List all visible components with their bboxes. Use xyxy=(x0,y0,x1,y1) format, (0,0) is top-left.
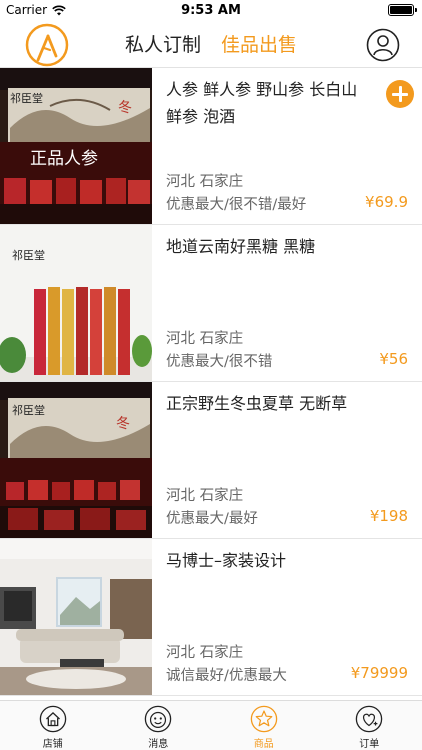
product-item[interactable]: 马博士–家装设计 河北 石家庄 诚信最好/优惠最大 ¥79999 xyxy=(0,539,422,696)
profile-icon[interactable] xyxy=(366,28,400,62)
product-info: 人参 鲜人参 野山参 长白山 鲜参 泡酒 河北 石家庄 优惠最大/很不错/最好 … xyxy=(166,68,408,224)
tab-orders-label: 订单 xyxy=(359,739,380,750)
product-title-line: 正宗野生冬虫夏草 无断草 xyxy=(166,394,348,413)
product-image xyxy=(0,539,152,695)
tab-products-label: 商品 xyxy=(253,739,274,750)
message-icon xyxy=(144,705,172,733)
header-tabs: 私人订制 佳品出售 xyxy=(0,30,422,57)
tab-private-custom[interactable]: 私人订制 xyxy=(125,30,201,57)
product-image: 冬 祁臣堂 xyxy=(0,382,152,538)
header: 私人订制 佳品出售 xyxy=(0,22,422,68)
image-brand-text: 祁臣堂 xyxy=(12,403,45,417)
product-location: 河北 石家庄 xyxy=(166,331,244,347)
battery-icon xyxy=(388,4,417,16)
product-location: 河北 石家庄 xyxy=(166,488,244,504)
tab-store-label: 店铺 xyxy=(42,739,63,750)
image-brand-text: 祁臣堂 xyxy=(10,91,43,105)
image-caption-text: 正品人参 xyxy=(30,149,98,169)
tab-products[interactable]: 商品 xyxy=(211,701,317,750)
add-product-button[interactable] xyxy=(386,80,414,108)
product-price: ¥198 xyxy=(369,507,408,525)
product-image: 冬 祁臣堂 正品人参 xyxy=(0,68,152,224)
product-tags: 优惠最大/很不错 xyxy=(166,354,273,370)
product-price: ¥69.9 xyxy=(365,193,408,211)
product-info: 正宗野生冬虫夏草 无断草 河北 石家庄 优惠最大/最好 ¥198 xyxy=(166,382,408,538)
product-list: 冬 祁臣堂 正品人参 人参 鲜人参 野山参 长白山 鲜参 泡酒 河北 石家庄 优… xyxy=(0,68,422,700)
product-location: 河北 石家庄 xyxy=(166,174,244,190)
tab-products-sale[interactable]: 佳品出售 xyxy=(221,30,297,57)
svg-text:冬: 冬 xyxy=(116,416,130,432)
tab-orders[interactable]: 订单 xyxy=(317,701,422,750)
status-bar: Carrier 9:53 AM xyxy=(0,0,422,22)
product-price: ¥56 xyxy=(379,350,408,368)
tab-messages-label: 消息 xyxy=(148,739,169,750)
status-right xyxy=(388,4,417,16)
status-time: 9:53 AM xyxy=(181,3,241,18)
product-tags: 诚信最好/优惠最大 xyxy=(166,668,287,684)
product-title-line: 人参 鲜人参 野山参 长白山 xyxy=(166,80,358,99)
product-title-line: 地道云南好黑糖 黑糖 xyxy=(166,237,316,256)
battery-fill xyxy=(390,6,412,14)
product-title[interactable]: 人参 鲜人参 野山参 长白山 鲜参 泡酒 xyxy=(166,76,404,130)
product-tags: 优惠最大/很不错/最好 xyxy=(166,197,307,213)
product-tags: 优惠最大/最好 xyxy=(166,511,258,527)
svg-text:冬: 冬 xyxy=(118,100,132,116)
image-brand-text: 祁臣堂 xyxy=(12,248,45,262)
product-image: 祁臣堂 xyxy=(0,225,152,381)
tab-store[interactable]: 店铺 xyxy=(0,701,106,750)
home-icon xyxy=(39,705,67,733)
product-location: 河北 石家庄 xyxy=(166,645,244,661)
product-info: 地道云南好黑糖 黑糖 河北 石家庄 优惠最大/很不错 ¥56 xyxy=(166,225,408,381)
product-title[interactable]: 马博士–家装设计 xyxy=(166,547,404,574)
product-price: ¥79999 xyxy=(350,664,408,682)
product-item[interactable]: 冬 祁臣堂 正品人参 人参 鲜人参 野山参 长白山 鲜参 泡酒 河北 石家庄 优… xyxy=(0,68,422,225)
product-title[interactable]: 地道云南好黑糖 黑糖 xyxy=(166,233,404,260)
star-icon xyxy=(250,705,278,733)
product-info: 马博士–家装设计 河北 石家庄 诚信最好/优惠最大 ¥79999 xyxy=(166,539,408,695)
order-icon xyxy=(355,705,383,733)
tab-messages[interactable]: 消息 xyxy=(106,701,212,750)
product-title[interactable]: 正宗野生冬虫夏草 无断草 xyxy=(166,390,404,417)
product-item[interactable]: 祁臣堂 地道云南好黑糖 黑糖 河北 石家庄 优惠最大/很不错 ¥56 xyxy=(0,225,422,382)
product-item[interactable]: 冬 祁臣堂 正宗野生冬虫夏草 无断草 河北 石家庄 优惠最大/最好 ¥198 xyxy=(0,382,422,539)
product-title-line: 马博士–家装设计 xyxy=(166,551,287,570)
product-title-line: 鲜参 泡酒 xyxy=(166,107,236,126)
bottom-tab-bar: 店铺 消息 商品 订单 xyxy=(0,700,422,750)
